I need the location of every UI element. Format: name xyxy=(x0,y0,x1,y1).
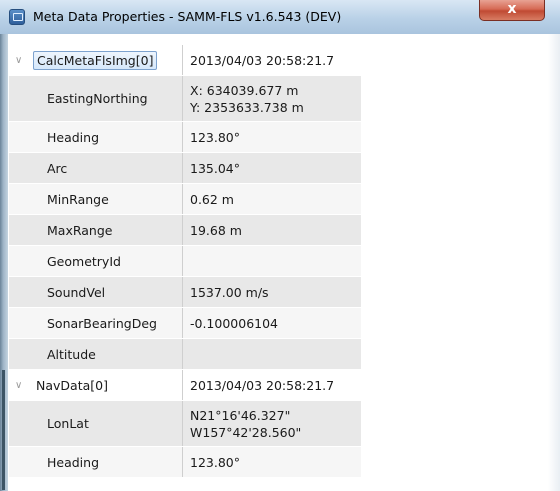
property-label: MaxRange xyxy=(9,215,182,245)
property-label: Heading xyxy=(9,122,182,152)
group-name: CalcMetaFlsImg[0] xyxy=(33,50,158,70)
property-label: SonarBearingDeg xyxy=(9,308,182,338)
property-row[interactable]: LonLat N21°16'46.327" W157°42'28.560" xyxy=(9,401,361,447)
property-value: 123.80° xyxy=(190,129,240,145)
property-row[interactable]: GeometryId xyxy=(9,246,361,277)
property-label: Altitude xyxy=(9,339,182,369)
property-value: -0.100006104 xyxy=(190,315,279,331)
property-row[interactable]: EastingNorthing X: 634039.677 m Y: 23536… xyxy=(9,76,361,122)
property-label: Heading xyxy=(9,447,182,477)
chevron-down-icon[interactable]: ∨ xyxy=(15,380,33,391)
group-value: 2013/04/03 20:58:21.7 xyxy=(190,377,335,393)
property-row[interactable]: Arc 135.04° xyxy=(9,153,361,184)
property-value: 1537.00 m/s xyxy=(190,284,269,300)
property-row[interactable]: Altitude xyxy=(9,339,361,370)
property-label: EastingNorthing xyxy=(9,76,182,121)
property-row[interactable]: MaxRange 19.68 m xyxy=(9,215,361,246)
empty-panel-area xyxy=(369,34,560,491)
close-button[interactable]: x xyxy=(479,0,545,21)
property-value: 19.68 m xyxy=(190,222,242,238)
group-row-navdata[interactable]: ∨ NavData[0] 2013/04/03 20:58:21.7 xyxy=(9,370,361,401)
property-label: LonLat xyxy=(9,401,182,446)
window-title: Meta Data Properties - SAMM-FLS v1.6.543… xyxy=(33,9,342,24)
property-label: MinRange xyxy=(9,184,182,214)
group-name: NavData[0] xyxy=(36,377,108,393)
property-grid: ∨ CalcMetaFlsImg[0] 2013/04/03 20:58:21.… xyxy=(9,45,361,478)
property-value-line: Y: 2353633.738 m xyxy=(190,99,304,115)
window-left-border xyxy=(0,0,8,491)
property-value-line: W157°42'28.560" xyxy=(190,424,302,440)
property-value: 0.62 m xyxy=(190,191,234,207)
property-row[interactable]: MinRange 0.62 m xyxy=(9,184,361,215)
property-value-line: X: 634039.677 m xyxy=(190,82,299,98)
group-value: 2013/04/03 20:58:21.7 xyxy=(190,52,335,68)
property-value: 123.80° xyxy=(190,454,240,470)
property-label: SoundVel xyxy=(9,277,182,307)
property-value: 135.04° xyxy=(190,160,240,176)
property-label: Arc xyxy=(9,153,182,183)
property-row[interactable]: Heading 123.80° xyxy=(9,122,361,153)
app-icon xyxy=(9,9,25,25)
title-bar[interactable]: Meta Data Properties - SAMM-FLS v1.6.543… xyxy=(0,0,560,34)
property-row[interactable]: SoundVel 1537.00 m/s xyxy=(9,277,361,308)
property-row[interactable]: SonarBearingDeg -0.100006104 xyxy=(9,308,361,339)
chevron-down-icon[interactable]: ∨ xyxy=(15,55,33,66)
property-label: GeometryId xyxy=(9,246,182,276)
property-value-line: N21°16'46.327" xyxy=(190,407,291,423)
property-row[interactable]: Heading 123.80° xyxy=(9,447,361,478)
group-row-calcmetaflsimg[interactable]: ∨ CalcMetaFlsImg[0] 2013/04/03 20:58:21.… xyxy=(9,45,361,76)
